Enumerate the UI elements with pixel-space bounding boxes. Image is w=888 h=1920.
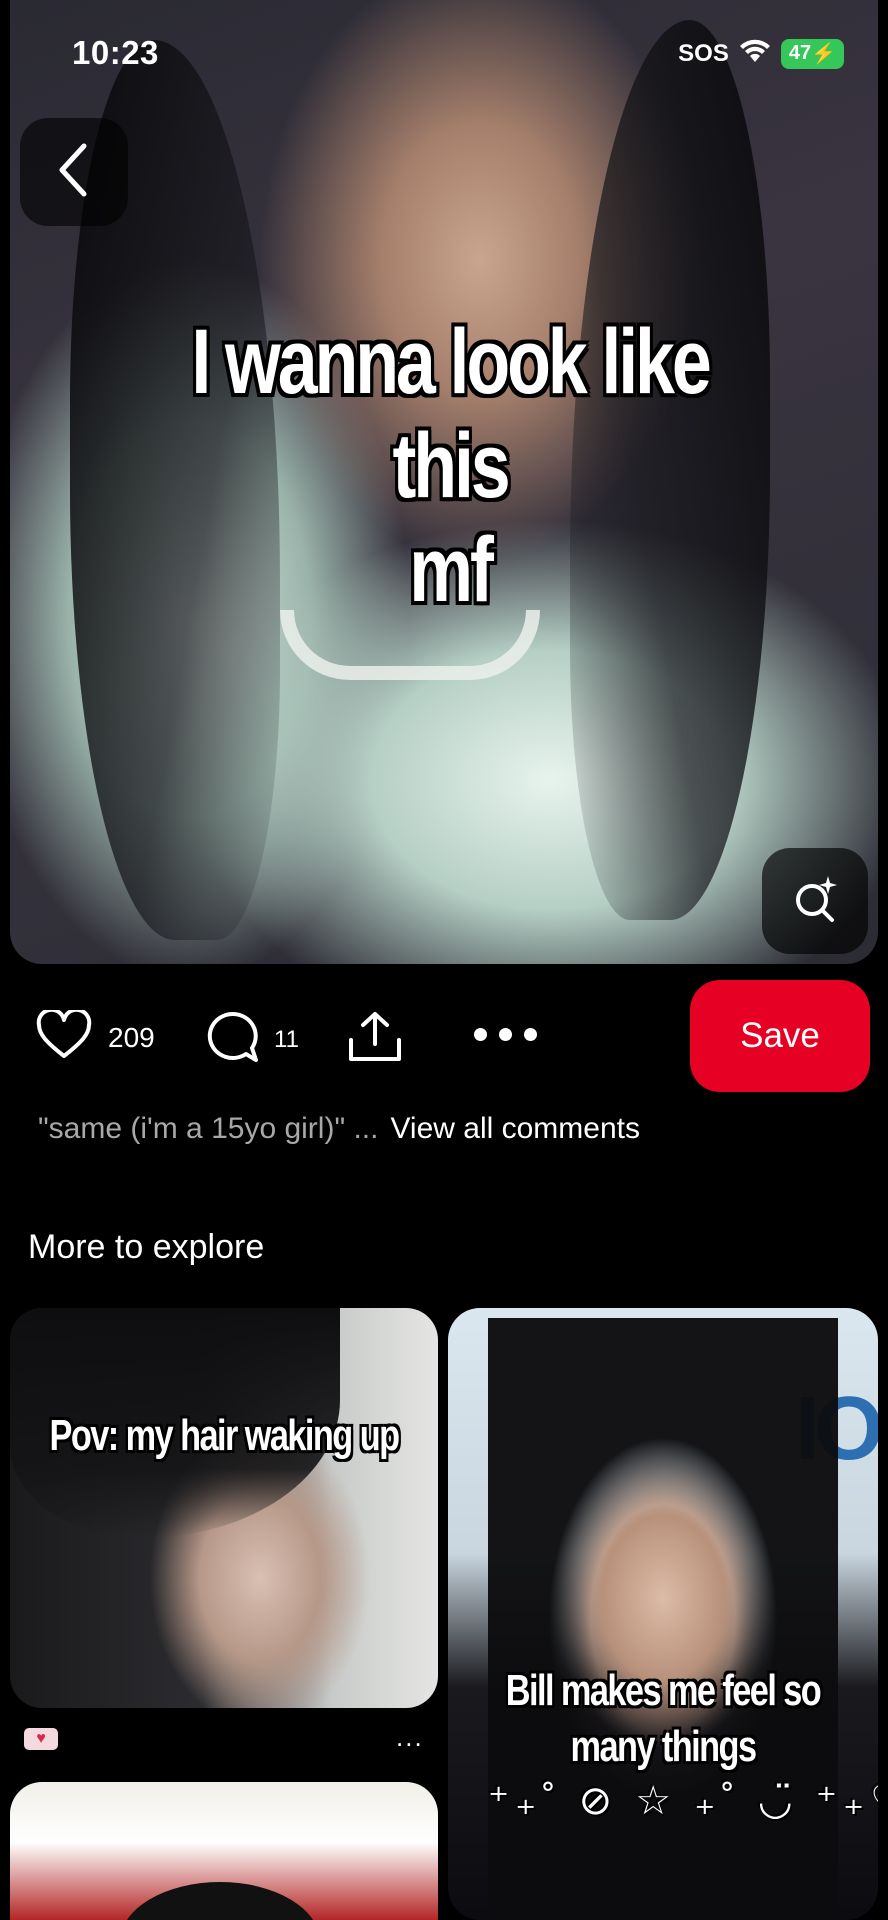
card-caption: Bill makes me feel so many things — [472, 1663, 854, 1775]
heart-icon — [36, 1007, 92, 1065]
back-chevron-icon — [54, 140, 94, 205]
pin-image[interactable]: I wanna look like this mf — [10, 0, 878, 964]
card-more-button[interactable]: ... — [396, 1722, 424, 1753]
explore-pin-card[interactable]: IO Bill makes me feel so many things ⁺₊˚… — [448, 1308, 878, 1920]
section-title: More to explore — [28, 1228, 265, 1266]
status-indicators: SOS 47 ⚡ — [678, 38, 844, 69]
visual-search-icon — [788, 872, 842, 931]
status-time: 10:23 — [72, 34, 159, 71]
charging-icon: ⚡ — [811, 43, 836, 65]
explore-pin-card[interactable] — [10, 1782, 438, 1920]
like-button[interactable]: 209 — [36, 1007, 155, 1065]
pin-caption: I wanna look like this mf — [177, 310, 723, 622]
card-image-detail — [488, 1318, 838, 1918]
card-caption-line: Bill makes me feel so — [505, 1666, 822, 1715]
more-icon — [474, 1028, 487, 1041]
pin-caption-line: I wanna look like this — [191, 311, 711, 517]
visual-search-button[interactable] — [762, 848, 868, 954]
comment-preview: "same (i'm a 15yo girl)" ... View all co… — [38, 1112, 640, 1146]
sos-indicator: SOS — [678, 39, 729, 67]
more-icon — [524, 1028, 537, 1041]
comment-preview-text: "same (i'm a 15yo girl)" ... — [38, 1112, 379, 1145]
card-image-detail — [120, 1882, 320, 1920]
battery-level: 47 — [788, 42, 812, 64]
more-icon — [499, 1028, 512, 1041]
card-caption: Pov: my hair waking up — [49, 1411, 400, 1460]
explore-pin-card[interactable]: Pov: my hair waking up — [10, 1308, 438, 1708]
pin-caption-line: mf — [409, 519, 494, 621]
save-button[interactable]: Save — [690, 980, 870, 1092]
more-options-button[interactable] — [474, 1028, 537, 1041]
comment-button[interactable]: 11 — [206, 1010, 299, 1069]
battery-indicator: 47 ⚡ — [780, 38, 844, 69]
comment-icon — [206, 1010, 260, 1069]
comment-count: 11 — [274, 1025, 299, 1053]
wifi-icon — [739, 38, 771, 69]
share-button[interactable] — [346, 1010, 404, 1069]
view-all-comments-link[interactable]: View all comments — [390, 1112, 640, 1146]
pin-actions: 209 11 Save — [0, 980, 888, 1094]
like-count: 209 — [108, 1021, 155, 1053]
share-icon — [346, 1010, 404, 1069]
back-button[interactable] — [20, 118, 128, 226]
sparkle-decoration: ⁺₊˚ ⊘ ☆ ₊˚ ◡̈ ⁺₊♡ — [488, 1779, 878, 1823]
card-caption-line: many things — [570, 1722, 758, 1771]
heart-badge-icon: ♥ — [24, 1728, 58, 1750]
